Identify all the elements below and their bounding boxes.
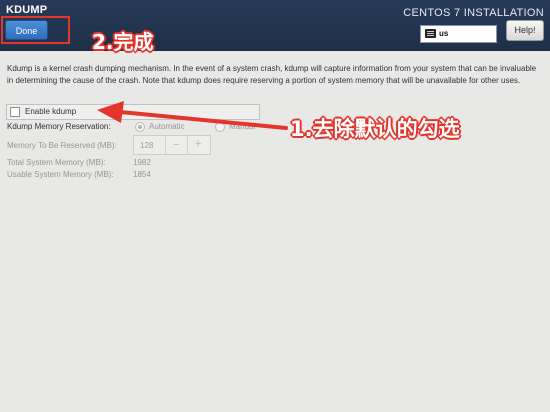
annotation-step-done: 2.完成 [92,30,154,54]
manual-radio[interactable] [215,122,225,132]
annotation-arrow [97,101,288,130]
reserved-memory-value[interactable]: 128 [140,141,153,150]
kdump-description: Kdump is a kernel crash dumping mechanis… [7,64,537,85]
reserved-memory-spinner[interactable]: 128 − + [133,135,211,155]
reserved-memory-label: Memory To Be Reserved (MB): [7,141,117,150]
usable-memory-value: 1854 [133,170,151,179]
spoke-title: KDUMP [6,4,48,16]
keyboard-layout-label: us [439,29,449,38]
spinner-divider [165,136,166,154]
keyboard-layout-indicator[interactable]: us [420,25,497,43]
enable-kdump-checkbox[interactable] [10,107,20,117]
enable-kdump-label: Enable kdump [25,107,77,116]
reservation-label: Kdump Memory Reservation: [7,122,111,131]
total-memory-value: 1982 [133,158,151,167]
increment-button[interactable]: + [195,138,201,150]
automatic-radio[interactable] [135,122,145,132]
automatic-radio-label: Automatic [149,122,185,131]
enable-kdump-row[interactable]: Enable kdump [6,104,260,120]
done-highlight-box [1,16,70,44]
keyboard-icon [425,29,436,38]
help-button[interactable]: Help! [506,20,544,41]
manual-radio-label: Manual [229,122,256,131]
total-memory-label: Total System Memory (MB): [7,158,106,167]
top-header: KDUMP Done CENTOS 7 INSTALLATION us Help… [0,0,550,51]
annotation-step-uncheck: 1.去除默认的勾选 [290,117,460,141]
decrement-button[interactable]: − [173,139,179,151]
installer-title: CENTOS 7 INSTALLATION [403,7,544,19]
spinner-divider [187,136,188,154]
usable-memory-label: Usable System Memory (MB): [7,170,114,179]
